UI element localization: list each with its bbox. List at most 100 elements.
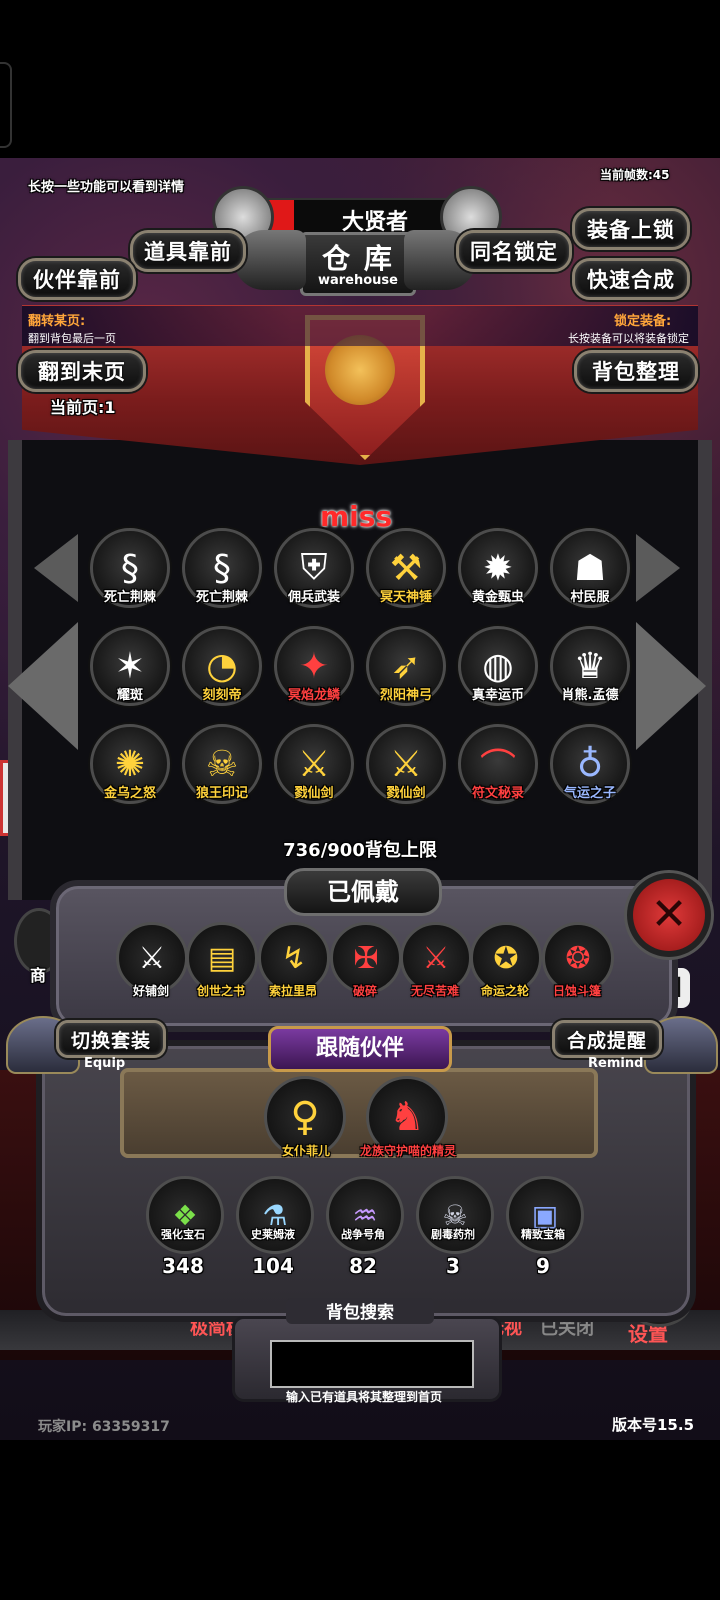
partner-first-label: 伙伴靠前 [33, 268, 121, 292]
inventory-item[interactable]: ✶ 耀斑 [90, 626, 170, 706]
inventory-item[interactable]: ◍ 真幸运币 [458, 626, 538, 706]
flip-page-title: 翻转某页: [28, 314, 86, 329]
inventory-item-label: 真幸运币 [471, 688, 524, 703]
inventory-item-label: 气运之子 [563, 786, 616, 801]
inventory-item[interactable]: ⚒ 冥天神锤 [366, 528, 446, 608]
equipped-title: 已佩戴 [284, 868, 442, 916]
inventory-item-label: 刻刻帝 [202, 688, 242, 703]
equipped-item-label: 日蚀斗篷 [552, 984, 601, 998]
bag-sort-label: 背包整理 [592, 360, 680, 384]
resource-icon[interactable]: ☠ [416, 1176, 494, 1254]
search-title: 背包搜索 [286, 1298, 434, 1324]
status-bar [0, 0, 720, 158]
inventory-item-label: 金乌之怒 [103, 786, 156, 801]
inventory-item-label: 狼王印记 [195, 786, 248, 801]
inventory-item-label: 冥天神锤 [379, 590, 432, 605]
inventory-item[interactable]: ⛨ 佣兵武装 [274, 528, 354, 608]
inventory-item-label: 戮仙剑 [386, 786, 426, 801]
inventory-item[interactable]: ☠ 狼王印记 [182, 724, 262, 804]
lock-equip-desc: 长按装备可以将装备锁定 [568, 332, 689, 345]
hint-text: 长按一些功能可以看到详情 [28, 180, 185, 195]
resource-count: 348 [162, 1254, 204, 1278]
quick-merge-button[interactable]: 快速合成 [572, 258, 690, 300]
inventory-item[interactable]: ⌒ 符文秘录 [458, 724, 538, 804]
inventory-item[interactable]: ✹ 黄金甄虫 [458, 528, 538, 608]
bag-sort-button[interactable]: 背包整理 [574, 350, 698, 392]
inventory-item-label: 死亡荆棘 [195, 590, 248, 605]
inventory-item-label: 冥焰龙鳞 [287, 688, 340, 703]
search-input[interactable] [270, 1340, 474, 1388]
inventory-item-label: 村民服 [570, 590, 610, 605]
lock-equip-title: 锁定装备: [614, 314, 672, 329]
merge-remind-en: Remind [588, 1056, 644, 1071]
inventory-item[interactable]: § 死亡荆棘 [90, 528, 170, 608]
prev-arrow-small[interactable] [34, 534, 78, 602]
inventory-item[interactable]: ◔ 刻刻帝 [182, 626, 262, 706]
inventory-item[interactable]: ✺ 金乌之怒 [90, 724, 170, 804]
same-name-lock-button[interactable]: 同名锁定 [456, 230, 572, 272]
search-hint: 输入已有道具将其整理到首页 [285, 1390, 442, 1404]
switch-set-button[interactable]: 切换套装 [56, 1020, 166, 1058]
current-page: 当前页:1 [50, 398, 116, 417]
resource-icon[interactable]: ❖ [146, 1176, 224, 1254]
resource-count: 3 [446, 1254, 460, 1278]
last-page-label: 翻到末页 [38, 360, 126, 384]
chevron-left-icon [34, 534, 78, 602]
same-name-lock-label: 同名锁定 [470, 240, 558, 264]
warehouse-title-en: warehouse [317, 273, 398, 288]
inventory-item-label: 死亡荆棘 [103, 590, 156, 605]
resource-name: 史莱姆液 [251, 1228, 295, 1241]
companion-name: 龙族守护喵的精灵 [359, 1144, 456, 1158]
inventory-item[interactable]: ⚔ 戮仙剑 [274, 724, 354, 804]
shop-label: 商 [30, 966, 47, 985]
version-label: 版本号15.5 [612, 1416, 695, 1434]
resource-count: 9 [536, 1254, 550, 1278]
inventory-item-label: 耀斑 [116, 688, 143, 703]
resource-name: 战争号角 [341, 1228, 385, 1241]
merge-remind-button[interactable]: 合成提醒 [552, 1020, 662, 1058]
items-first-label: 道具靠前 [144, 240, 232, 264]
chevron-right-large-icon [636, 622, 706, 750]
switch-set-en: Equip [84, 1056, 126, 1071]
merge-remind-label: 合成提醒 [566, 1029, 647, 1052]
resource-name: 强化宝石 [161, 1228, 205, 1241]
resource-icon[interactable]: ▣ [506, 1176, 584, 1254]
companion-name: 女仆菲儿 [281, 1144, 330, 1158]
nav-bar-area [0, 1440, 720, 1600]
inventory-item-label: 符文秘录 [471, 786, 524, 801]
player-ip: 玩家IP: 63359317 [38, 1419, 170, 1435]
inventory-item-label: 佣兵武装 [287, 590, 340, 605]
resource-icon[interactable]: ⚗ [236, 1176, 314, 1254]
resource-count: 104 [252, 1254, 294, 1278]
equip-lock-button[interactable]: 装备上锁 [572, 208, 690, 250]
close-icon: ✕ [633, 879, 705, 951]
inventory-item[interactable]: ✦ 冥焰龙鳞 [274, 626, 354, 706]
resource-name: 剧毒药剂 [431, 1228, 475, 1241]
warehouse-title: 仓 库 [322, 242, 394, 275]
resource-name: 精致宝箱 [521, 1228, 565, 1241]
switch-set-label: 切换套装 [70, 1029, 151, 1052]
inventory-item[interactable]: ➶ 烈阳神弓 [366, 626, 446, 706]
resource-count: 82 [349, 1254, 377, 1278]
chevron-left-large-icon [8, 622, 78, 750]
equip-lock-label: 装备上锁 [587, 218, 675, 242]
partner-first-button[interactable]: 伙伴靠前 [18, 258, 136, 300]
inventory-item[interactable]: ♁ 气运之子 [550, 724, 630, 804]
last-page-button[interactable]: 翻到末页 [18, 350, 146, 392]
inventory-item[interactable]: ☗ 村民服 [550, 528, 630, 608]
inventory-item[interactable]: ♛ 肖熊.孟德 [550, 626, 630, 706]
inventory-item-label: 戮仙剑 [294, 786, 334, 801]
quick-merge-label: 快速合成 [587, 268, 675, 292]
flip-page-desc: 翻到背包最后一页 [28, 332, 116, 345]
items-first-button[interactable]: 道具靠前 [130, 230, 246, 272]
inventory-item[interactable]: § 死亡荆棘 [182, 528, 262, 608]
prev-page-button[interactable] [8, 622, 78, 750]
next-page-button[interactable] [636, 622, 706, 750]
chevron-right-icon [636, 534, 680, 602]
inventory-item[interactable]: ⚔ 戮仙剑 [366, 724, 446, 804]
resource-icon[interactable]: ♒ [326, 1176, 404, 1254]
bag-capacity: 736/900背包上限 [283, 840, 437, 861]
close-button[interactable]: ✕ [624, 870, 714, 960]
next-arrow-small[interactable] [636, 534, 680, 602]
side-edge [0, 62, 12, 148]
